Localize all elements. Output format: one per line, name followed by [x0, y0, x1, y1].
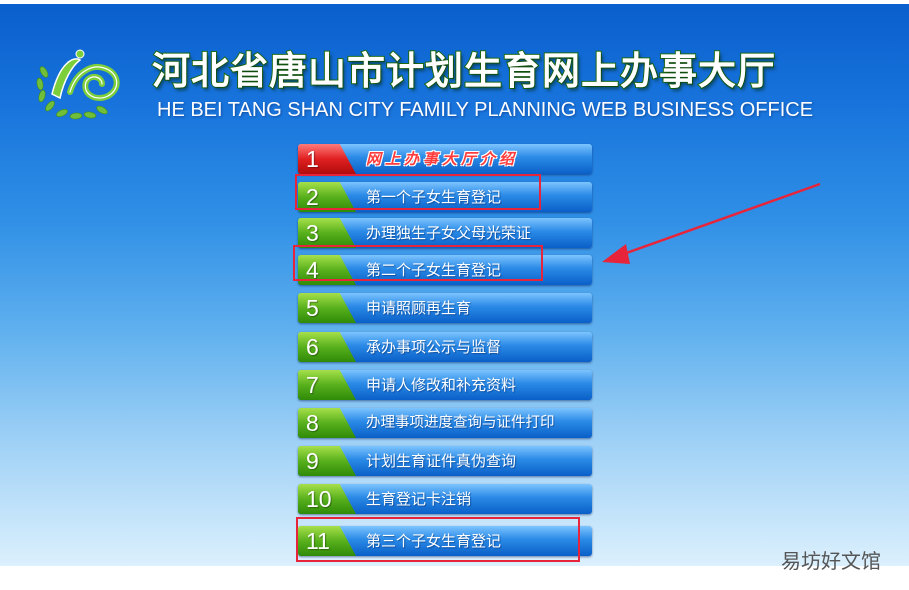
menu-item-number: 1 [298, 144, 356, 174]
menu-item-number: 6 [298, 332, 356, 362]
menu-item-label: 第三个子女生育登记 [366, 532, 502, 550]
menu-item-label: 第二个子女生育登记 [366, 261, 502, 279]
page-subtitle: HE BEI TANG SHAN CITY FAMILY PLANNING WE… [157, 99, 814, 121]
menu-item-number: 10 [298, 484, 356, 514]
menu-item-label: 申请照顾再生育 [366, 299, 472, 317]
menu-item-first-child-registration[interactable]: 2 第一个子女生育登记 [298, 182, 592, 212]
menu-item-modify-supplement-info[interactable]: 7 申请人修改和补充资料 [298, 370, 592, 400]
menu-item-label: 办理事项进度查询与证件打印 [366, 415, 555, 431]
menu-item-number: 7 [298, 370, 356, 400]
menu-item-number: 4 [298, 255, 356, 285]
watermark-text: 易坊好文馆 [781, 549, 881, 573]
header-banner: 河北省唐山市计划生育网上办事大厅 HE BEI TANG SHAN CITY F… [0, 4, 909, 566]
menu-item-apply-additional-birth[interactable]: 5 申请照顾再生育 [298, 293, 592, 323]
page: 河北省唐山市计划生育网上办事大厅 HE BEI TANG SHAN CITY F… [0, 0, 909, 590]
menu-item-number: 5 [298, 293, 356, 323]
menu-item-label: 网上办事大厅介绍 [366, 150, 519, 168]
menu-item-registration-card-cancel[interactable]: 10 生育登记卡注销 [298, 484, 592, 514]
menu-item-number: 2 [298, 182, 356, 212]
menu-item-only-child-certificate[interactable]: 3 办理独生子女父母光荣证 [298, 218, 592, 248]
menu-item-label: 第一个子女生育登记 [366, 188, 502, 206]
menu-item-label: 计划生育证件真伪查询 [366, 452, 517, 470]
menu-item-label: 办理独生子女父母光荣证 [366, 224, 532, 242]
menu-item-label: 承办事项公示与监督 [366, 338, 502, 356]
menu-item-number: 8 [298, 408, 356, 438]
menu-item-hall-intro[interactable]: 1 网上办事大厅介绍 [298, 144, 592, 174]
menu-item-public-notice-supervision[interactable]: 6 承办事项公示与监督 [298, 332, 592, 362]
menu-item-label: 生育登记卡注销 [366, 490, 472, 508]
menu-item-third-child-registration[interactable]: 11 第三个子女生育登记 [298, 526, 592, 556]
menu-item-progress-query-print[interactable]: 8 办理事项进度查询与证件打印 [298, 408, 592, 438]
menu-item-number: 3 [298, 218, 356, 248]
menu-item-second-child-registration[interactable]: 4 第二个子女生育登记 [298, 255, 592, 285]
family-planning-logo-icon [36, 49, 120, 120]
menu-item-number: 9 [298, 446, 356, 476]
menu-item-certificate-verification[interactable]: 9 计划生育证件真伪查询 [298, 446, 592, 476]
menu-item-label: 申请人修改和补充资料 [366, 376, 517, 394]
page-title: 河北省唐山市计划生育网上办事大厅 [151, 48, 777, 94]
menu-item-number: 11 [298, 526, 356, 556]
